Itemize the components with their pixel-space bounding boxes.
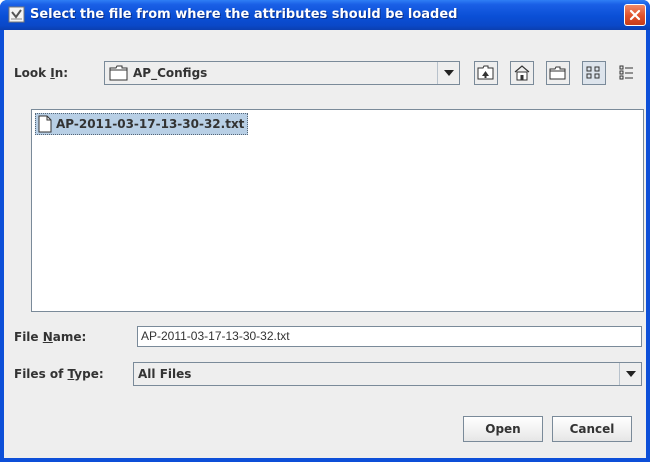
details-view-icon [619,65,633,80]
dialog-body: Look In: AP_Configs AP-2011-03-17-13-30-… [4,30,646,458]
chevron-down-icon [443,70,454,76]
create-new-folder-button[interactable] [546,61,570,85]
file-item[interactable]: AP-2011-03-17-13-30-32.txt [35,113,249,135]
home-icon [514,65,530,81]
list-view-icon [586,66,600,79]
file-dialog: Select the file from where the attribute… [0,0,650,462]
look-in-value: AP_Configs [133,66,208,80]
home-button[interactable] [510,61,534,85]
file-name-input[interactable]: AP-2011-03-17-13-30-32.txt [137,326,642,347]
file-type-dropdown[interactable]: All Files [133,362,642,386]
file-type-value: All Files [138,367,192,381]
details-view-button[interactable] [615,61,639,85]
file-type-dropdown-arrow[interactable] [619,363,641,385]
close-icon [629,9,641,21]
folder-icon [109,65,128,81]
look-in-label: Look In: [14,66,69,80]
close-button[interactable] [624,4,646,26]
file-list[interactable]: AP-2011-03-17-13-30-32.txt [31,109,644,312]
file-name-label: File Name: [14,330,87,344]
open-button[interactable]: Open [463,416,543,442]
up-one-level-button[interactable] [474,61,498,85]
file-item-label: AP-2011-03-17-13-30-32.txt [56,117,245,131]
list-view-button[interactable] [582,61,606,85]
java-cup-icon [8,6,25,23]
up-folder-icon [477,65,494,80]
new-folder-icon [549,66,566,80]
title-bar[interactable]: Select the file from where the attribute… [0,0,650,30]
look-in-dropdown[interactable]: AP_Configs [104,61,460,85]
file-icon [38,115,52,133]
chevron-down-icon [625,371,636,377]
file-type-label: Files of Type: [14,367,104,381]
window-title: Select the file from where the attribute… [30,7,458,22]
look-in-dropdown-arrow[interactable] [437,62,459,84]
cancel-button[interactable]: Cancel [552,416,632,442]
